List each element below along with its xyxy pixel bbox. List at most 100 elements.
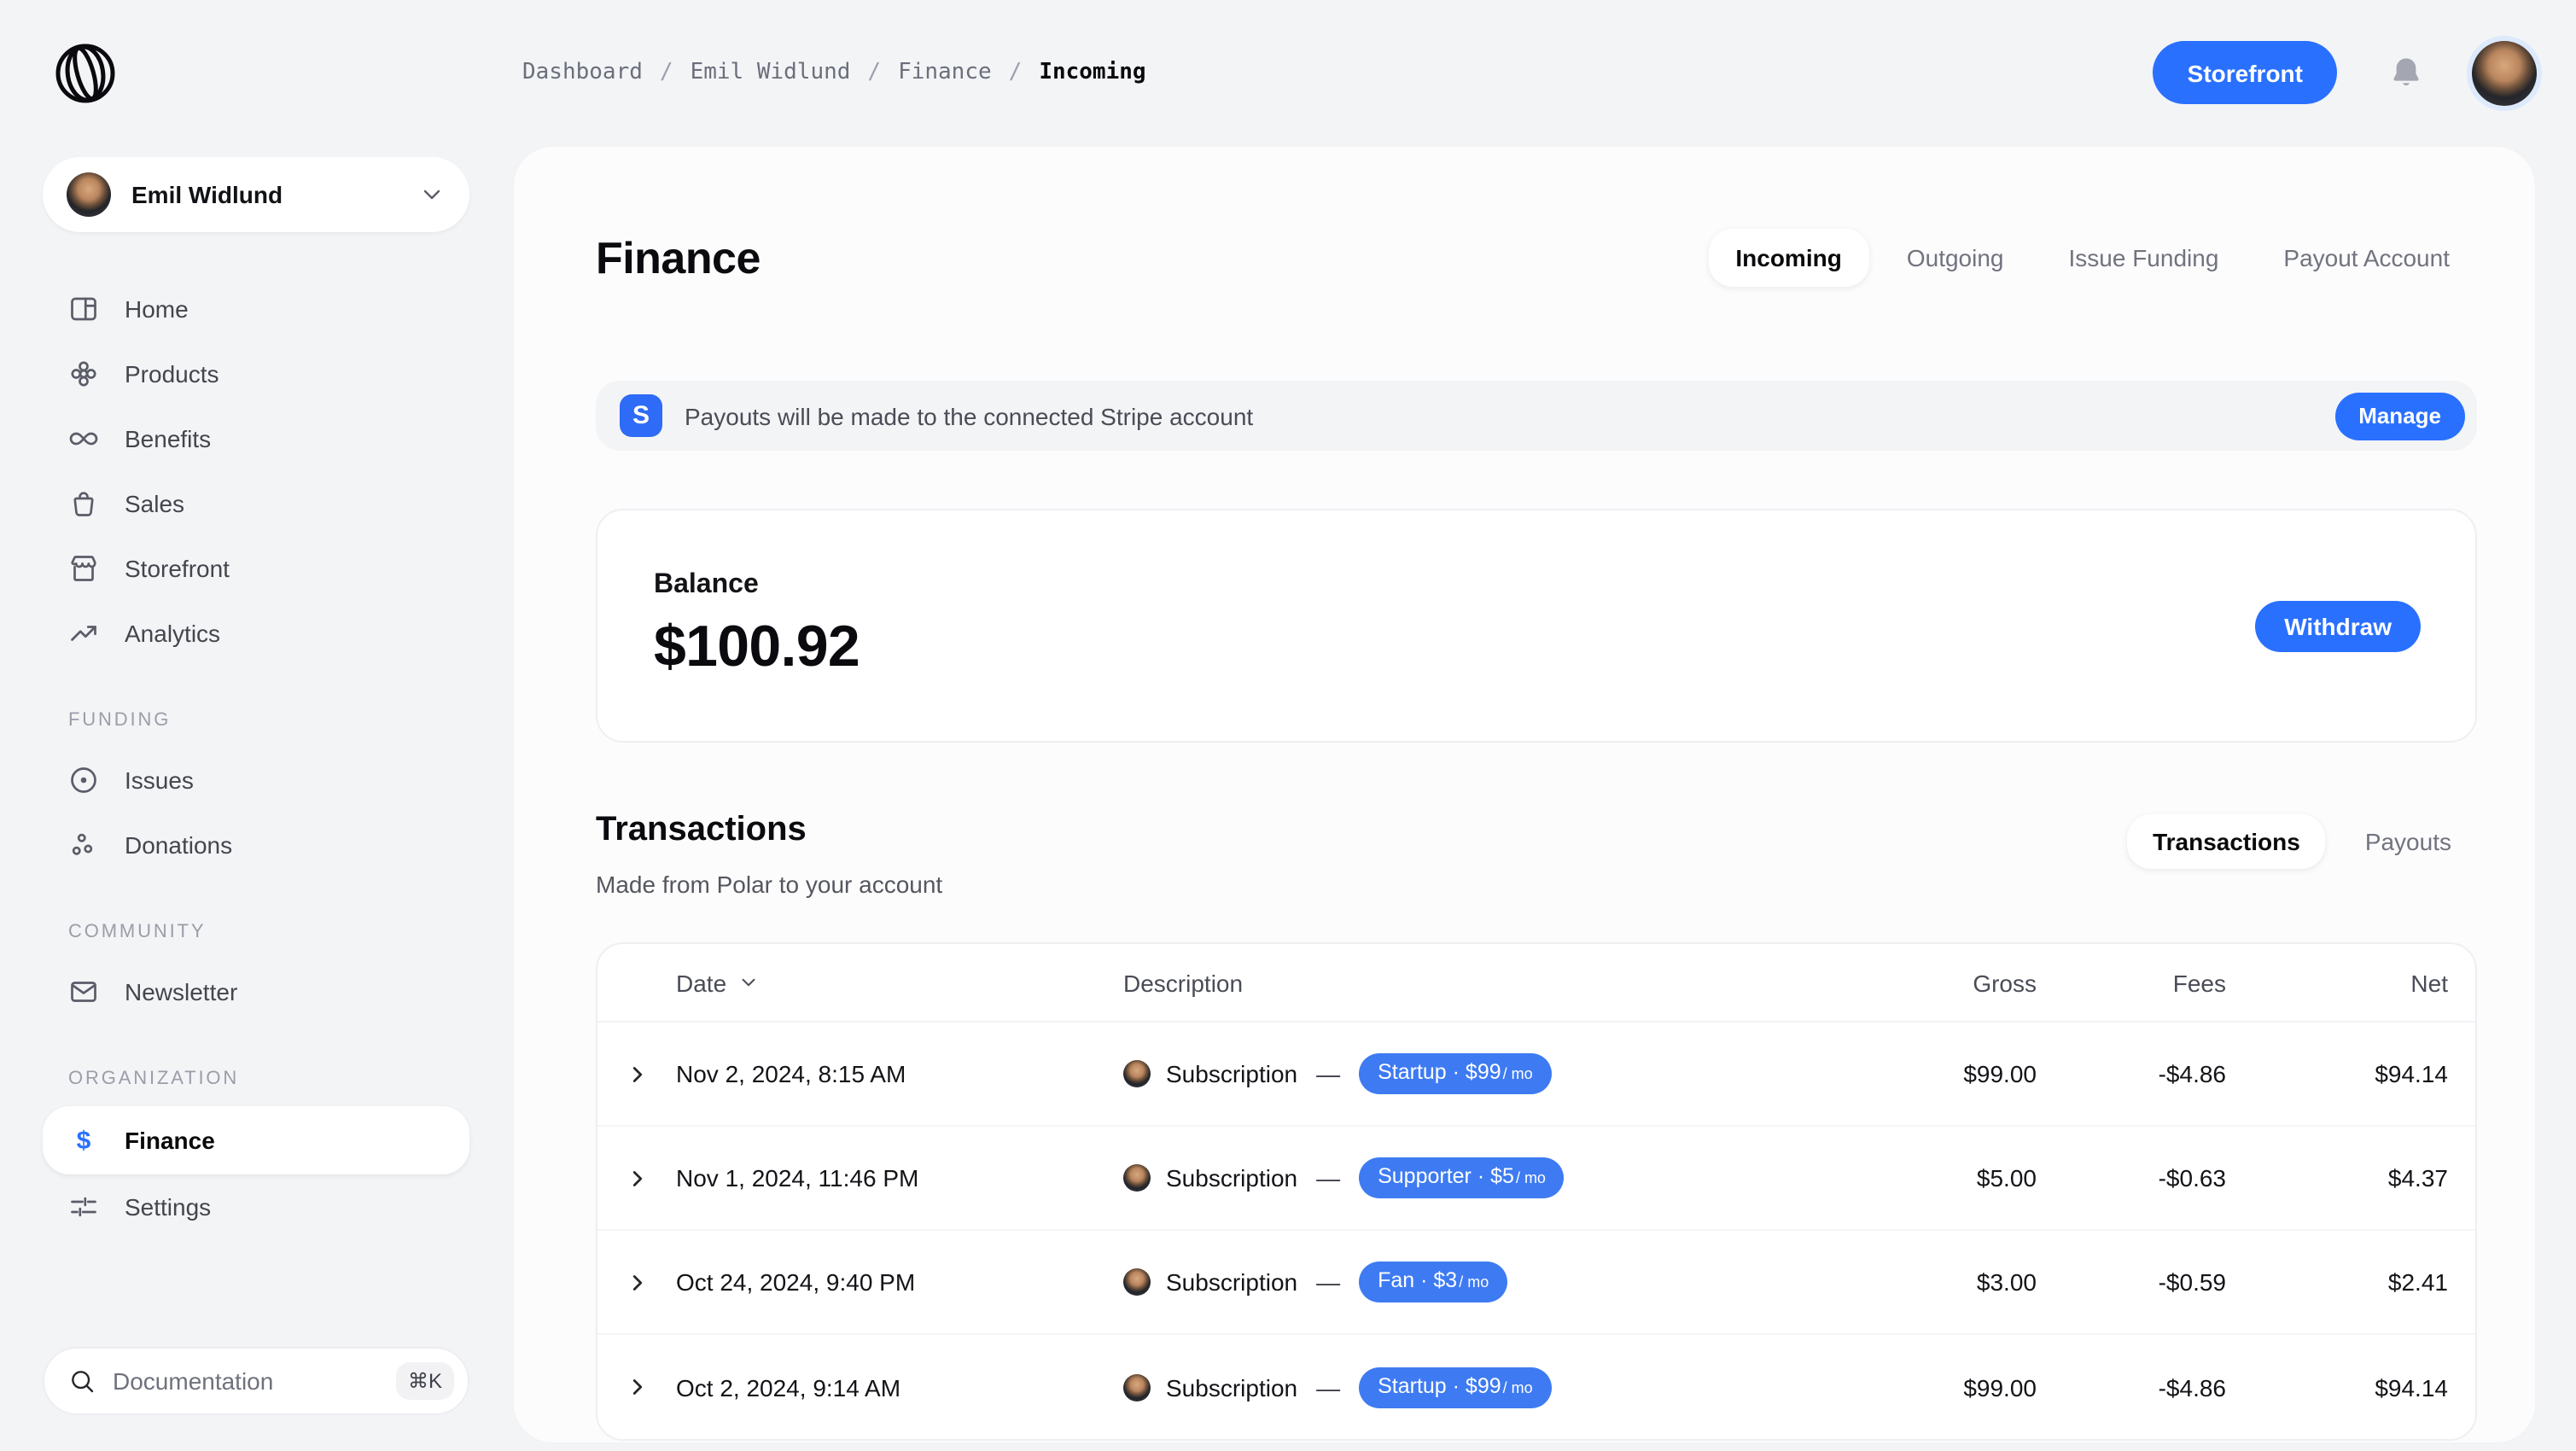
finance-tabs: Incoming Outgoing Issue Funding Payout A… xyxy=(1708,229,2477,287)
net-amount: $2.41 xyxy=(2226,1268,2475,1296)
fees-amount: -$4.86 xyxy=(2037,1373,2226,1401)
shopping-bag-icon xyxy=(68,488,99,519)
sidebar-item-label: Products xyxy=(125,360,219,388)
transaction-type: Subscription xyxy=(1166,1268,1297,1296)
table-row[interactable]: Nov 1, 2024, 11:46 PM Subscription — Sup… xyxy=(597,1127,2475,1231)
customer-avatar xyxy=(1123,1268,1151,1296)
storefront-button[interactable]: Storefront xyxy=(2153,41,2337,104)
table-row[interactable]: Oct 24, 2024, 9:40 PM Subscription — Fan… xyxy=(597,1231,2475,1335)
customer-avatar xyxy=(1123,1060,1151,1087)
net-amount: $94.14 xyxy=(2226,1373,2475,1401)
sidebar-item-label: Issues xyxy=(125,766,194,794)
plan-badge[interactable]: Fan · $3/ mo xyxy=(1359,1262,1507,1302)
sidebar-item-issues[interactable]: Issues xyxy=(43,748,469,813)
sidebar-item-products[interactable]: Products xyxy=(43,341,469,406)
expand-row-chevron-icon[interactable] xyxy=(624,1374,650,1400)
sidebar-item-benefits[interactable]: Benefits xyxy=(43,406,469,471)
balance-amount: $100.92 xyxy=(654,615,860,681)
sidebar-item-label: Benefits xyxy=(125,425,211,452)
sidebar-section-community: COMMUNITY xyxy=(68,922,469,942)
sidebar-item-label: Finance xyxy=(125,1127,215,1154)
notifications-bell-icon[interactable] xyxy=(2388,55,2424,90)
transaction-date: Oct 2, 2024, 9:14 AM xyxy=(676,1373,1123,1401)
documentation-search[interactable]: ⌘K xyxy=(43,1347,469,1415)
breadcrumb: Dashboard / Emil Widlund / Finance / Inc… xyxy=(522,60,1146,85)
transactions-header: Transactions Made from Polar to your acc… xyxy=(596,811,2477,898)
user-avatar[interactable] xyxy=(2472,40,2537,105)
store-icon xyxy=(68,553,99,584)
breadcrumb-finance[interactable]: Finance xyxy=(898,60,992,85)
transaction-type: Subscription xyxy=(1166,1060,1297,1087)
sidebar-item-newsletter[interactable]: Newsletter xyxy=(43,959,469,1024)
breadcrumb-incoming: Incoming xyxy=(1039,60,1145,85)
app-screen: Dashboard / Emil Widlund / Finance / Inc… xyxy=(0,0,2576,1451)
transactions-toggle: Transactions Payouts xyxy=(2127,814,2477,869)
workspace-avatar xyxy=(67,172,111,217)
column-header-description: Description xyxy=(1123,969,1815,996)
app-body: Emil Widlund Home Products Benefits xyxy=(0,145,2576,1451)
sidebar-item-donations[interactable]: Donations xyxy=(43,813,469,877)
em-dash: — xyxy=(1316,1373,1340,1401)
sidebar-item-label: Storefront xyxy=(125,555,230,582)
sidebar-item-label: Newsletter xyxy=(125,978,237,1005)
plan-badge[interactable]: Supporter · $5/ mo xyxy=(1359,1157,1565,1198)
page-title: Finance xyxy=(596,231,761,284)
mail-icon xyxy=(68,976,99,1007)
sidebar-item-label: Home xyxy=(125,295,189,323)
dollar-icon: $ xyxy=(68,1126,99,1155)
withdraw-button[interactable]: Withdraw xyxy=(2255,600,2421,651)
plan-badge[interactable]: Startup · $99/ mo xyxy=(1359,1367,1552,1407)
stripe-notice-banner: S Payouts will be made to the connected … xyxy=(596,381,2477,451)
table-row[interactable]: Oct 2, 2024, 9:14 AM Subscription — Star… xyxy=(597,1335,2475,1439)
sidebar-item-label: Sales xyxy=(125,490,184,517)
table-row[interactable]: Nov 2, 2024, 8:15 AM Subscription — Star… xyxy=(597,1023,2475,1127)
workspace-switcher[interactable]: Emil Widlund xyxy=(43,157,469,232)
sidebar-item-settings[interactable]: Settings xyxy=(43,1174,469,1239)
transactions-subtitle: Made from Polar to your account xyxy=(596,871,942,898)
expand-row-chevron-icon[interactable] xyxy=(624,1061,650,1087)
transaction-date: Nov 1, 2024, 11:46 PM xyxy=(676,1164,1123,1192)
column-header-date[interactable]: Date xyxy=(676,969,1123,996)
breadcrumb-separator: / xyxy=(867,60,881,85)
toggle-transactions[interactable]: Transactions xyxy=(2127,814,2326,869)
tab-incoming[interactable]: Incoming xyxy=(1708,229,1868,287)
search-input[interactable] xyxy=(113,1367,396,1395)
breadcrumb-dashboard[interactable]: Dashboard xyxy=(522,60,643,85)
sidebar-section-organization: ORGANIZATION xyxy=(68,1069,469,1089)
expand-row-chevron-icon[interactable] xyxy=(624,1165,650,1191)
stripe-logo-icon: S xyxy=(620,394,662,437)
main-panel: Finance Incoming Outgoing Issue Funding … xyxy=(512,145,2537,1444)
sidebar-item-analytics[interactable]: Analytics xyxy=(43,601,469,666)
keyboard-shortcut-badge: ⌘K xyxy=(396,1362,454,1400)
column-header-fees: Fees xyxy=(2037,969,2226,996)
sidebar-item-label: Analytics xyxy=(125,620,220,647)
toggle-payouts[interactable]: Payouts xyxy=(2340,814,2477,869)
column-header-net: Net xyxy=(2226,969,2475,996)
sort-chevron-down-icon xyxy=(737,971,759,994)
sidebar-item-finance[interactable]: $ Finance xyxy=(43,1106,469,1174)
sidebar-item-sales[interactable]: Sales xyxy=(43,471,469,536)
em-dash: — xyxy=(1316,1268,1340,1296)
trending-up-icon xyxy=(68,618,99,649)
manage-button[interactable]: Manage xyxy=(2334,392,2465,440)
transactions-table: Date Description Gross Fees Net Nov 2, 2… xyxy=(596,942,2477,1441)
breadcrumb-org[interactable]: Emil Widlund xyxy=(691,60,851,85)
sidebar-section-funding: FUNDING xyxy=(68,710,469,731)
home-panels-icon xyxy=(68,294,99,324)
net-amount: $4.37 xyxy=(2226,1164,2475,1192)
circle-dot-icon xyxy=(68,765,99,795)
balance-card: Balance $100.92 Withdraw xyxy=(596,509,2477,743)
em-dash: — xyxy=(1316,1060,1340,1087)
infinity-icon xyxy=(68,423,99,454)
tab-payout-account[interactable]: Payout Account xyxy=(2256,229,2477,287)
workspace-name: Emil Widlund xyxy=(131,181,283,208)
sidebar-item-storefront[interactable]: Storefront xyxy=(43,536,469,601)
plan-badge[interactable]: Startup · $99/ mo xyxy=(1359,1053,1552,1094)
tab-outgoing[interactable]: Outgoing xyxy=(1880,229,2031,287)
tab-issue-funding[interactable]: Issue Funding xyxy=(2042,229,2247,287)
sliders-icon xyxy=(68,1192,99,1222)
sidebar-item-home[interactable]: Home xyxy=(43,277,469,341)
expand-row-chevron-icon[interactable] xyxy=(624,1269,650,1295)
stripe-notice-text: Payouts will be made to the connected St… xyxy=(685,402,1253,429)
polar-logo-icon[interactable] xyxy=(51,38,119,107)
